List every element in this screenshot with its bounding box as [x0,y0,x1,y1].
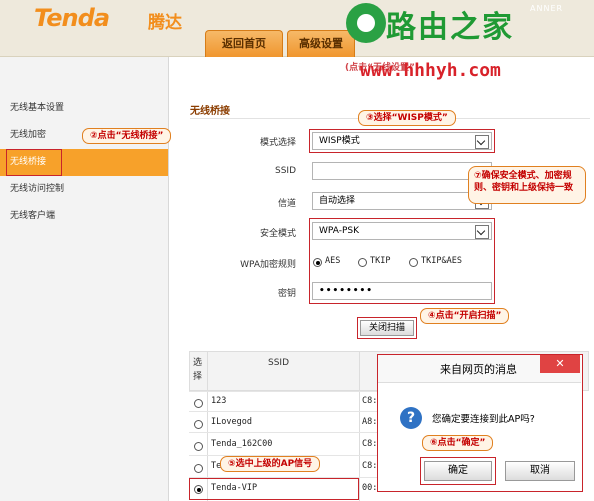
sidebar-item-clients[interactable]: 无线客户端 [0,203,168,230]
channel-label: 信道 [277,199,296,209]
sidebar-item-access-control[interactable]: 无线访问控制 [0,176,168,203]
dialog-title: 来自网页的消息 [440,363,517,376]
table-row-radio-selected[interactable] [194,485,203,494]
cipher-aes-label: AES [325,256,341,266]
chevron-down-icon [475,225,489,239]
page-title: 无线桥接 [190,106,230,117]
tenda-logo: Tenda [34,4,110,32]
table-row-ssid: ILovegod [211,417,252,427]
mode-label: 模式选择 [259,138,296,148]
cipher-tkip-label: TKIP [370,256,391,266]
table-row-mac: 00: [362,483,378,493]
table-row-mac: C8: [362,396,378,406]
callout-step4: ④点击“开启扫描” [420,308,510,324]
ssid-input[interactable] [312,162,492,180]
table-row-mac: C8: [362,439,378,449]
table-row-radio[interactable] [194,464,203,473]
mode-select-value: WISP模式 [319,136,360,146]
table-row-radio[interactable] [194,420,203,429]
table-row-radio[interactable] [194,399,203,408]
callout-step6: ⑥点击“确定” [422,435,494,451]
table-row-ssid: Tenda_162C00 [211,439,273,449]
cipher-aes-radio[interactable] [313,258,322,267]
tab-home[interactable]: 返回首页 [205,30,283,57]
cancel-button[interactable]: 取消 [505,461,575,481]
sidebar-item-basic[interactable]: 无线基本设置 [0,95,168,122]
dialog-message: 您确定要连接到此AP吗? [432,414,535,425]
table-row-radio[interactable] [194,442,203,451]
table-header-select: 选择 [193,358,203,382]
callout-step2: ②点击“无线桥接” [82,128,172,144]
table-row-mac: C8: [362,461,378,471]
scan-button[interactable]: 关闭扫描 [360,320,414,336]
sidebar-highlight-box [6,149,62,176]
mode-select[interactable]: WISP模式 [312,132,492,150]
key-label: 密钥 [277,289,296,299]
key-input[interactable]: •••••••• [312,282,492,300]
callout-step5: ⑤选中上级的AP信号 [220,456,321,472]
row-rule [189,432,379,433]
confirm-dialog: 来自网页的消息 ✕ ? 您确定要连接到此AP吗? ⑥点击“确定” 确定 取消 [377,354,583,492]
security-select-value: WPA-PSK [319,226,359,236]
watermark-logo-icon [346,3,386,43]
cipher-tkipaes-radio[interactable] [409,258,418,267]
watermark-text: 路由之家 [386,10,514,45]
row-rule [189,391,379,392]
watermark-url: www.hhhyh.com [360,60,501,81]
table-row-mac: A8: [362,417,378,427]
cipher-tkip-radio[interactable] [358,258,367,267]
security-select[interactable]: WPA-PSK [312,222,492,240]
tab-advanced[interactable]: 高级设置 [287,30,355,57]
question-icon: ? [400,407,422,429]
table-header-ssid: SSID [268,358,290,368]
close-icon[interactable]: ✕ [540,355,580,373]
cipher-label: WPA加密规则 [240,260,296,270]
ok-button[interactable]: 确定 [424,461,492,481]
callout-step3: ③选择“WISP模式” [358,110,456,126]
chevron-down-icon [475,135,489,149]
table-row-ssid: Tenda-VIP [211,483,258,493]
security-label: 安全模式 [259,229,296,239]
callout-step7: ⑦确保安全模式、加密规则、密钥和上级保持一致 [468,166,586,204]
banner-partial-text: ANNER [530,4,564,13]
tenda-logo-cn: 腾达 [148,13,182,33]
channel-select[interactable]: 自动选择 [312,192,492,210]
table-row-ssid: 123 [211,396,227,406]
table-divider [359,351,360,501]
cipher-tkipaes-label: TKIP&AES [421,256,462,266]
row-rule [189,411,379,412]
ssid-label: SSID [274,166,296,176]
channel-select-value: 自动选择 [319,196,356,206]
